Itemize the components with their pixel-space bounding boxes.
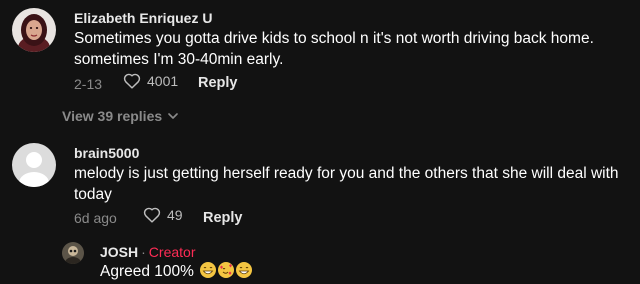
heart-icon	[123, 73, 141, 89]
comment-text: Sometimes you gotta drive kids to school…	[74, 30, 594, 68]
smiling-hearts-face-emoji	[218, 262, 235, 278]
like-count: 49	[167, 207, 183, 223]
comment-text: melody is just getting herself ready for…	[74, 165, 619, 203]
reply-item: JOSH · Creator Agreed 100%	[0, 238, 640, 284]
heart-icon	[143, 207, 161, 223]
comment-item: brain5000 melody is just getting herself…	[0, 135, 640, 235]
avatar[interactable]	[12, 8, 56, 52]
comment-username[interactable]: Elizabeth Enriquez U	[74, 10, 212, 26]
comment-username[interactable]: brain5000	[74, 145, 139, 161]
like-button[interactable]: 4001	[123, 73, 178, 89]
chevron-down-icon	[168, 113, 178, 119]
comment-item: Elizabeth Enriquez U Sometimes you gotta…	[0, 0, 640, 130]
reply-button[interactable]: Reply	[203, 210, 243, 226]
avatar[interactable]	[12, 143, 56, 187]
reply-text: Agreed 100%	[100, 263, 194, 280]
creator-badge: Creator	[148, 244, 196, 260]
separator-dot: ·	[141, 244, 146, 260]
comment-date: 6d ago	[74, 210, 117, 226]
grin-face-emoji	[200, 262, 217, 278]
avatar[interactable]	[62, 242, 84, 264]
reply-button[interactable]: Reply	[198, 75, 238, 91]
grin-face-emoji	[236, 262, 253, 278]
reply-text-line: Agreed 100%	[100, 261, 400, 282]
comment-date: 2-13	[74, 76, 103, 92]
like-button[interactable]: 49	[143, 207, 183, 223]
view-replies-button[interactable]: View 39 replies	[62, 108, 178, 124]
view-replies-label: View 39 replies	[62, 108, 163, 124]
reply-username-line: JOSH · Creator	[100, 244, 195, 260]
like-count: 4001	[147, 73, 179, 89]
reply-username[interactable]: JOSH	[100, 244, 138, 260]
